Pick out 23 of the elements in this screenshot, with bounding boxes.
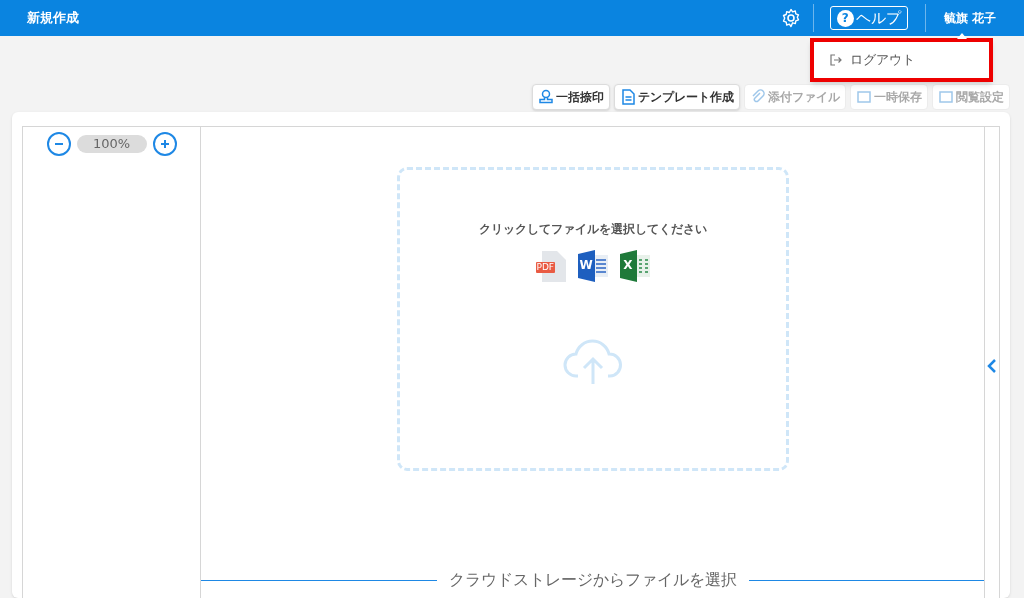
settings-icon[interactable]	[780, 8, 801, 28]
help-icon: ?	[836, 9, 854, 27]
zoom-out-icon[interactable]	[46, 132, 71, 156]
cloud-upload-icon	[562, 338, 623, 386]
toolbar-button[interactable]: 一括捺印	[532, 84, 610, 110]
square-icon	[856, 89, 872, 105]
help-button[interactable]: ? ヘルプ	[829, 6, 908, 30]
document-icon	[620, 89, 636, 105]
chevron-left-icon[interactable]	[987, 359, 997, 373]
cloud-storage-link[interactable]: クラウドストレージからファイルを選択	[436, 568, 749, 592]
file-dropzone[interactable]: クリックしてファイルを選択してください PDF W X	[396, 167, 789, 471]
logout-icon	[830, 54, 842, 66]
user-menu-button[interactable]: 毓旗 花子	[943, 9, 996, 27]
zoom-level: 100%	[76, 135, 147, 153]
dropzone-prompt: クリックしてファイルを選択してください	[478, 221, 707, 238]
logout-menu-item[interactable]: ログアウト	[810, 38, 993, 82]
dropdown-pointer-icon	[957, 33, 967, 39]
zoom-in-icon[interactable]	[152, 132, 177, 156]
stamp-icon	[538, 89, 554, 105]
page-title: 新規作成	[27, 9, 79, 28]
square-icon	[938, 89, 954, 105]
paperclip-icon	[750, 89, 766, 105]
toolbar-button[interactable]: テンプレート作成	[614, 84, 740, 110]
